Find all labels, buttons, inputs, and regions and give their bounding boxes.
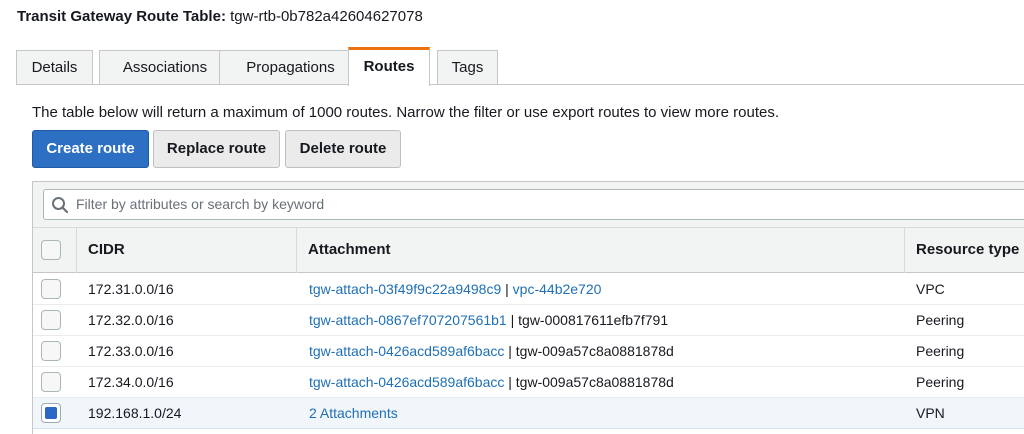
row-checkbox[interactable] (41, 341, 61, 361)
delete-route-button[interactable]: Delete route (285, 130, 401, 168)
attachment-separator: | (505, 281, 509, 297)
tab-propagations[interactable]: Propagations (219, 50, 362, 85)
create-route-button[interactable]: Create route (32, 130, 149, 168)
attachment-link[interactable]: tgw-attach-0426acd589af6bacc (309, 343, 504, 359)
filter-input[interactable]: Filter by attributes or search by keywor… (43, 189, 1024, 220)
routes-table: Filter by attributes or search by keywor… (32, 181, 1024, 434)
table-header: CIDR Attachment Resource type (33, 228, 1024, 273)
tab-routes[interactable]: Routes (348, 47, 430, 86)
resource-id-text: tgw-009a57c8a0881878d (515, 343, 674, 359)
table-row-selected[interactable]: 192.168.1.0/24 2 Attachments VPN (33, 398, 1024, 429)
column-header-attachment[interactable]: Attachment (296, 228, 904, 273)
attachment-link[interactable]: tgw-attach-0426acd589af6bacc (309, 374, 504, 390)
resource-type-cell: Peering (916, 374, 965, 390)
search-icon (52, 197, 69, 214)
cidr-cell: 192.168.1.0/24 (88, 405, 182, 421)
cidr-cell: 172.31.0.0/16 (88, 281, 174, 297)
column-header-cidr[interactable]: CIDR (76, 228, 296, 273)
attachment-cell: tgw-attach-0426acd589af6bacc | tgw-009a5… (309, 374, 674, 390)
row-checkbox[interactable] (41, 372, 61, 392)
attachment-separator: | (510, 312, 515, 328)
filter-bar: Filter by attributes or search by keywor… (33, 182, 1024, 228)
row-checkbox[interactable] (41, 279, 61, 299)
attachments-link[interactable]: 2 Attachments (309, 405, 398, 421)
table-row[interactable]: 172.32.0.0/16 tgw-attach-0867ef707207561… (33, 305, 1024, 336)
table-row[interactable]: 172.31.0.0/16 tgw-attach-03f49f9c22a9498… (33, 274, 1024, 305)
attachment-cell: tgw-attach-03f49f9c22a9498c9 | vpc-44b2e… (309, 281, 601, 297)
tab-divider (16, 84, 1024, 85)
resource-type-cell: Peering (916, 312, 965, 328)
tab-associations[interactable]: Associations (99, 50, 231, 85)
route-table-id: tgw-rtb-0b782a42604627078 (230, 8, 423, 25)
row-checkbox-checked[interactable] (41, 403, 61, 423)
table-row[interactable]: 172.34.0.0/16 tgw-attach-0426acd589af6ba… (33, 367, 1024, 398)
attachment-cell: 2 Attachments (309, 405, 398, 421)
resource-id-text: tgw-009a57c8a0881878d (515, 374, 674, 390)
route-limit-notice: The table below will return a maximum of… (32, 104, 779, 121)
cidr-cell: 172.34.0.0/16 (88, 374, 174, 390)
resource-type-cell: VPC (916, 281, 945, 297)
attachment-separator: | (508, 343, 512, 359)
resource-id-text: tgw-000817611efb7f791 (518, 312, 669, 328)
select-all-checkbox[interactable] (41, 240, 61, 260)
cidr-cell: 172.32.0.0/16 (88, 312, 174, 328)
attachment-link[interactable]: tgw-attach-03f49f9c22a9498c9 (309, 281, 501, 297)
table-row[interactable]: 172.33.0.0/16 tgw-attach-0426acd589af6ba… (33, 336, 1024, 367)
page-title-label: Transit Gateway Route Table: (17, 8, 226, 25)
attachment-cell: tgw-attach-0426acd589af6bacc | tgw-009a5… (309, 343, 674, 359)
resource-type-cell: Peering (916, 343, 965, 359)
tab-tags[interactable]: Tags (437, 50, 498, 85)
attachment-cell: tgw-attach-0867ef707207561b1 | tgw-00081… (309, 312, 668, 328)
column-header-resource-type[interactable]: Resource type (904, 228, 1024, 273)
row-checkbox[interactable] (41, 310, 61, 330)
filter-placeholder: Filter by attributes or search by keywor… (76, 196, 325, 212)
tab-bar: Details Associations Propagations Routes… (16, 47, 1024, 86)
attachment-separator: | (508, 374, 512, 390)
cidr-cell: 172.33.0.0/16 (88, 343, 174, 359)
page-title: Transit Gateway Route Table: tgw-rtb-0b7… (17, 8, 423, 25)
resource-type-cell: VPN (916, 405, 945, 421)
tab-details[interactable]: Details (16, 50, 93, 85)
resource-id-link[interactable]: vpc-44b2e720 (513, 281, 602, 297)
replace-route-button[interactable]: Replace route (153, 130, 280, 168)
attachment-link[interactable]: tgw-attach-0867ef707207561b1 (309, 312, 507, 328)
